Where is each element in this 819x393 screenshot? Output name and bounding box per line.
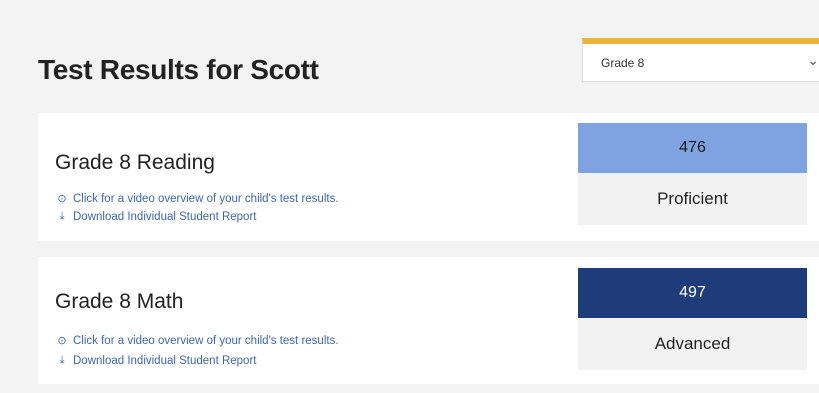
- page-title: Test Results for Scott: [38, 54, 319, 85]
- download-icon: ⤓: [59, 210, 65, 222]
- score-value: 476: [578, 123, 807, 173]
- result-title: Grade 8 Math: [55, 290, 184, 313]
- result-title: Grade 8 Reading: [55, 151, 215, 174]
- result-card-math: Grade 8 Math ⊙ Click for a video overvie…: [38, 257, 819, 384]
- grade-select[interactable]: Grade 8 ⌄: [582, 38, 819, 82]
- video-overview-label: Click for a video overview of your child…: [73, 192, 339, 205]
- play-circle-icon: ⊙: [57, 193, 67, 205]
- grade-select-value: Grade 8: [601, 55, 645, 70]
- result-card-reading: Grade 8 Reading ⊙ Click for a video over…: [38, 113, 819, 241]
- video-overview-link[interactable]: ⊙ Click for a video overview of your chi…: [55, 192, 339, 206]
- score-box: 476 Proficient: [578, 123, 807, 225]
- score-box: 497 Advanced: [578, 268, 807, 370]
- download-report-label: Download Individual Student Report: [73, 210, 257, 223]
- download-report-link[interactable]: ⤓ Download Individual Student Report: [55, 210, 257, 223]
- play-circle-icon: ⊙: [57, 335, 67, 347]
- video-overview-link[interactable]: ⊙ Click for a video overview of your chi…: [55, 334, 339, 348]
- test-results-page: Test Results for Scott Grade 8 ⌄ Grade 8…: [0, 0, 819, 393]
- download-report-label: Download Individual Student Report: [73, 354, 257, 367]
- chevron-down-icon: ⌄: [807, 52, 819, 68]
- video-overview-label: Click for a video overview of your child…: [73, 334, 339, 347]
- download-icon: ⤓: [59, 354, 65, 366]
- score-value: 497: [578, 268, 807, 318]
- performance-level: Proficient: [578, 173, 807, 225]
- performance-level: Advanced: [578, 318, 807, 370]
- download-report-link[interactable]: ⤓ Download Individual Student Report: [55, 354, 257, 367]
